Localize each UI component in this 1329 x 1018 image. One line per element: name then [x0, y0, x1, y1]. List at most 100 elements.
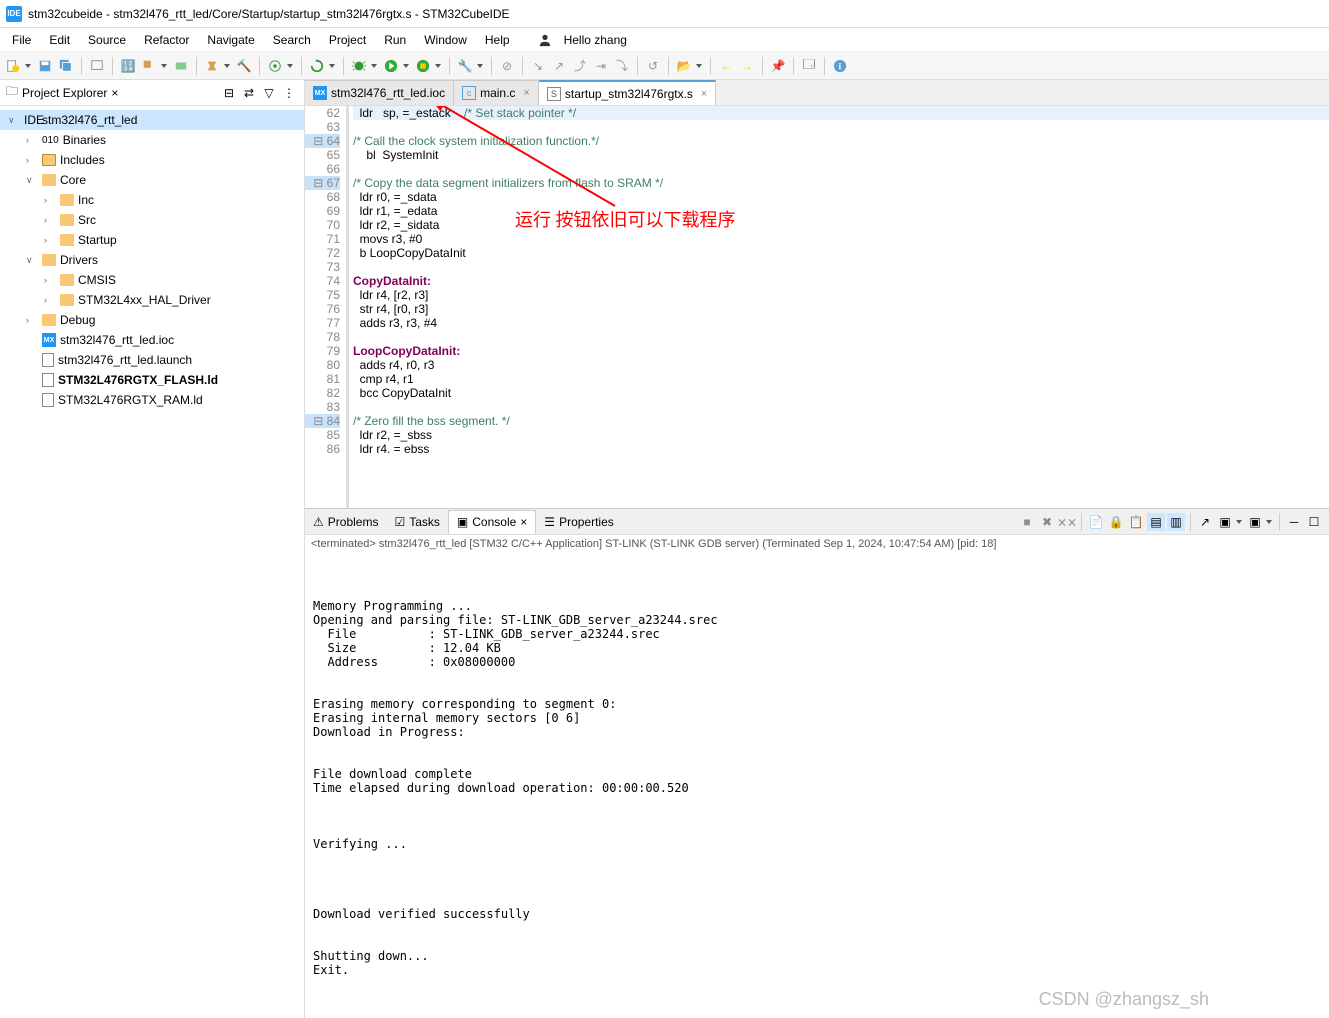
- build-config-button[interactable]: [140, 57, 158, 75]
- menu-run[interactable]: Run: [376, 31, 414, 49]
- code-area[interactable]: ldr sp, =_estack /* Set stack pointer */…: [349, 106, 1329, 508]
- pin-button[interactable]: 📌: [769, 57, 787, 75]
- step2-button[interactable]: ↗: [550, 57, 568, 75]
- open-type-dropdown[interactable]: [696, 57, 704, 75]
- step5-button[interactable]: ⤵: [613, 57, 631, 75]
- build-all-button[interactable]: 🔨: [235, 57, 253, 75]
- reset-button[interactable]: ↺: [644, 57, 662, 75]
- remove-all-icon[interactable]: ⨯⨯: [1058, 513, 1076, 531]
- expand-icon[interactable]: ∨: [26, 255, 38, 266]
- hex-button[interactable]: 🔢: [119, 57, 137, 75]
- run-dropdown[interactable]: [403, 57, 411, 75]
- forward-button[interactable]: →: [738, 57, 756, 75]
- display-dropdown[interactable]: [1236, 513, 1244, 531]
- expand-icon[interactable]: ›: [44, 295, 56, 305]
- build-button[interactable]: [203, 57, 221, 75]
- refresh-button[interactable]: [308, 57, 326, 75]
- console-output[interactable]: Memory Programming ... Opening and parsi…: [305, 553, 1329, 1018]
- run-button[interactable]: [382, 57, 400, 75]
- terminate-icon[interactable]: ■: [1018, 513, 1036, 531]
- debug-dropdown[interactable]: [371, 57, 379, 75]
- tree-item[interactable]: ›Inc: [0, 190, 304, 210]
- tree-item[interactable]: ∨Drivers: [0, 250, 304, 270]
- expand-icon[interactable]: ›: [26, 135, 38, 145]
- perspective-button[interactable]: 🗔: [800, 57, 818, 75]
- build-config-dropdown[interactable]: [161, 57, 169, 75]
- tree-item[interactable]: STM32L476RGTX_FLASH.ld: [0, 370, 304, 390]
- menu-navigate[interactable]: Navigate: [199, 31, 262, 49]
- menu-refactor[interactable]: Refactor: [136, 31, 197, 49]
- switch-button[interactable]: [88, 57, 106, 75]
- clear-console-icon[interactable]: 📄: [1087, 513, 1105, 531]
- close-icon[interactable]: ×: [701, 88, 707, 100]
- sdk-button[interactable]: [172, 57, 190, 75]
- tree-item[interactable]: ›Startup: [0, 230, 304, 250]
- collapse-all-icon[interactable]: ⊟: [220, 84, 238, 102]
- filter-icon[interactable]: ▽: [260, 84, 278, 102]
- tab-console[interactable]: ▣Console×: [448, 510, 536, 534]
- tab-tasks[interactable]: ☑Tasks: [386, 510, 447, 534]
- word-wrap-icon[interactable]: 📋: [1127, 513, 1145, 531]
- remove-launch-icon[interactable]: ✖: [1038, 513, 1056, 531]
- close-icon[interactable]: ×: [523, 87, 529, 99]
- tree-item[interactable]: ›Includes: [0, 150, 304, 170]
- menu-help[interactable]: Help: [477, 31, 518, 49]
- tree-item[interactable]: ›Debug: [0, 310, 304, 330]
- tab-problems[interactable]: ⚠Problems: [305, 510, 386, 534]
- ext-tools-button[interactable]: 🔧: [456, 57, 474, 75]
- tree-item[interactable]: ∨Core: [0, 170, 304, 190]
- skip-button[interactable]: ⊘: [498, 57, 516, 75]
- show-console-icon[interactable]: ▤: [1147, 513, 1165, 531]
- info-button[interactable]: i: [831, 57, 849, 75]
- coverage-dropdown[interactable]: [435, 57, 443, 75]
- step4-button[interactable]: ⇥: [592, 57, 610, 75]
- new-button[interactable]: [4, 57, 22, 75]
- editor-body[interactable]: 6263⊟ 646566⊟ 67686970717273747576777879…: [305, 106, 1329, 508]
- tree-item[interactable]: ›STM32L4xx_HAL_Driver: [0, 290, 304, 310]
- tab-properties[interactable]: ☰Properties: [536, 510, 621, 534]
- tree-item[interactable]: STM32L476RGTX_RAM.ld: [0, 390, 304, 410]
- expand-icon[interactable]: ›: [26, 315, 38, 325]
- user-greeting[interactable]: Hello zhang: [530, 29, 643, 51]
- maximize-icon[interactable]: ☐: [1305, 513, 1323, 531]
- expand-icon[interactable]: ∨: [8, 115, 20, 126]
- pin-console-icon[interactable]: ▥: [1167, 513, 1185, 531]
- step3-button[interactable]: ⤴: [571, 57, 589, 75]
- expand-icon[interactable]: ›: [44, 215, 56, 225]
- close-icon[interactable]: ×: [111, 86, 118, 100]
- save-all-button[interactable]: [57, 57, 75, 75]
- tree-root[interactable]: ∨ IDE stm32l476_rtt_led: [0, 110, 304, 130]
- expand-icon[interactable]: ∨: [26, 175, 38, 186]
- minimize-icon[interactable]: ─: [1285, 513, 1303, 531]
- tab-ioc[interactable]: MX stm32l476_rtt_led.ioc: [305, 80, 454, 105]
- ext-tools-dropdown[interactable]: [477, 57, 485, 75]
- close-icon[interactable]: ×: [520, 515, 527, 529]
- new-console-icon[interactable]: ▣: [1246, 513, 1264, 531]
- debug-button[interactable]: [350, 57, 368, 75]
- build-dropdown[interactable]: [224, 57, 232, 75]
- scroll-lock-icon[interactable]: 🔒: [1107, 513, 1125, 531]
- coverage-button[interactable]: [414, 57, 432, 75]
- new-dropdown[interactable]: [25, 57, 33, 75]
- refresh-dropdown[interactable]: [329, 57, 337, 75]
- save-button[interactable]: [36, 57, 54, 75]
- display-icon[interactable]: ▣: [1216, 513, 1234, 531]
- expand-icon[interactable]: ›: [44, 195, 56, 205]
- expand-icon[interactable]: ›: [44, 235, 56, 245]
- tree-item[interactable]: ›010Binaries: [0, 130, 304, 150]
- tree-item[interactable]: ›CMSIS: [0, 270, 304, 290]
- tree-item[interactable]: MXstm32l476_rtt_led.ioc: [0, 330, 304, 350]
- new-console-dropdown[interactable]: [1266, 513, 1274, 531]
- target-button[interactable]: [266, 57, 284, 75]
- expand-icon[interactable]: ›: [26, 155, 38, 165]
- expand-icon[interactable]: ›: [44, 275, 56, 285]
- open-type-button[interactable]: 📂: [675, 57, 693, 75]
- tab-startup-s[interactable]: S startup_stm32l476rgtx.s ×: [539, 80, 717, 105]
- link-editor-icon[interactable]: ⇄: [240, 84, 258, 102]
- menu-project[interactable]: Project: [321, 31, 374, 49]
- tree-item[interactable]: stm32l476_rtt_led.launch: [0, 350, 304, 370]
- step1-button[interactable]: ↘: [529, 57, 547, 75]
- menu-window[interactable]: Window: [416, 31, 475, 49]
- menu-source[interactable]: Source: [80, 31, 134, 49]
- back-button[interactable]: ←: [717, 57, 735, 75]
